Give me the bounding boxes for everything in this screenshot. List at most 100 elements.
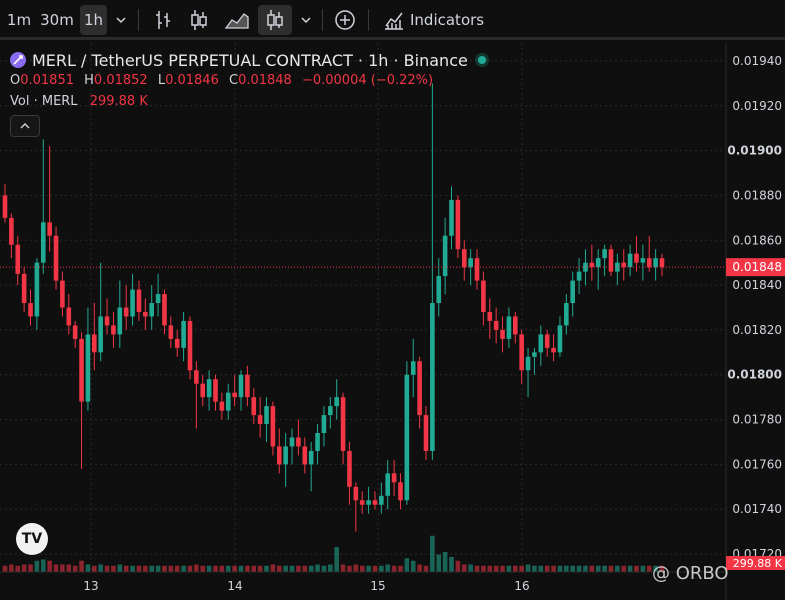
indicators-button[interactable]: Indicators [410,5,484,35]
candle-body [149,303,155,317]
volume-bar [532,565,537,572]
merl-coin-icon [10,52,26,68]
candle-body [296,437,301,447]
volume-bar [130,565,135,572]
volume-bar [602,565,607,572]
chart-legend: MERL / TetherUS PERPETUAL CONTRACT · 1h … [10,50,486,109]
candle-body [646,258,652,268]
hollow-candle-style-button[interactable] [258,5,292,35]
volume-bar [143,565,148,572]
volume-bar [238,565,244,572]
volume-bar [85,564,91,572]
volume-bar [104,565,110,572]
candle-body [468,258,473,268]
price-tick-label: 0.01880 [732,188,782,202]
chevron-down-icon[interactable] [114,12,128,31]
candle-body [143,311,148,317]
volume-bar [449,557,454,572]
volume-bar [162,565,167,572]
interval-30m-button[interactable]: 30m [38,5,76,35]
volume-bar [117,564,123,572]
candle-body [564,303,569,326]
volume-bar [500,565,505,572]
volume-bar [328,564,333,572]
volume-bar [455,560,461,572]
interval-1h-button[interactable]: 1h [80,5,107,35]
candle-body [155,294,161,304]
candle-body [104,316,110,326]
legend-collapse-button[interactable] [10,115,40,137]
volume-bar [589,565,595,572]
volume-bar [493,565,499,572]
volume-bar [200,565,206,572]
add-compare-icon[interactable] [334,9,356,35]
candle-body [225,392,231,411]
candle-body [551,347,556,353]
volume-bar [525,564,531,572]
volume-bar [391,565,397,572]
volume-bar [98,564,103,572]
volume-bar [468,564,473,572]
bar-style-icon[interactable] [152,8,174,36]
candle-body [21,273,27,304]
toolbar-divider [368,9,369,31]
candle-body [379,495,384,505]
candle-body [602,249,607,259]
price-tick-label: 0.01740 [732,502,782,516]
time-tick-label: 13 [83,579,98,593]
volume-bar [564,565,569,572]
candle-body [570,280,575,304]
volume-bar [79,560,84,572]
candle-body [512,316,518,335]
price-chart[interactable]: 0.017200.017400.017600.017800.018000.018… [0,43,785,600]
candle-body [627,253,633,268]
area-style-icon[interactable] [224,8,250,36]
volume-bar [66,564,72,572]
chevron-up-icon [20,123,30,129]
volume-bar [9,564,14,572]
volume-bar [627,565,633,572]
candle-body [334,397,339,407]
candle-body [276,446,282,465]
volume-bar [136,565,142,572]
volume-bar [359,565,365,572]
volume-bar [366,565,371,572]
volume-value: 299.88 K [89,94,148,109]
candle-body [245,374,250,398]
candle-body [9,217,14,245]
price-tick-label: 0.01780 [732,413,782,427]
price-tick-label: 0.01860 [732,233,782,247]
symbol-title[interactable]: MERL / TetherUS PERPETUAL CONTRACT · 1h … [32,51,468,70]
volume-bar [512,565,518,572]
volume-bar [372,565,378,572]
volume-bar [347,565,352,572]
candle-body [417,361,422,416]
candle-body [608,249,614,272]
open-label: O [10,73,21,88]
volume-bar [60,564,65,572]
price-tick-label: 0.01840 [732,278,782,292]
volume-bar [404,558,410,572]
candle-body [194,370,199,384]
candle-body [174,338,180,348]
indicators-icon[interactable] [383,9,405,35]
volume-bar [583,565,588,572]
candle-body [506,316,512,339]
chevron-down-icon[interactable] [299,12,313,31]
price-axis: 0.017200.017400.017600.017800.018000.018… [725,43,782,600]
candle-style-icon[interactable] [188,8,210,36]
volume-bar [72,565,78,572]
candle-body [85,334,91,402]
price-tick-label: 0.01920 [732,99,782,113]
candle-body [436,276,442,304]
candle-body [66,307,72,326]
candle-body [53,235,59,281]
candle-body [449,199,454,236]
candle-body [98,316,103,353]
volume-bar [487,565,493,572]
candle-body [532,352,537,357]
high-value: 0.01852 [93,73,148,88]
candle-body [123,307,129,317]
interval-1m-button[interactable]: 1m [4,5,34,35]
tradingview-logo[interactable]: TV [16,523,48,555]
